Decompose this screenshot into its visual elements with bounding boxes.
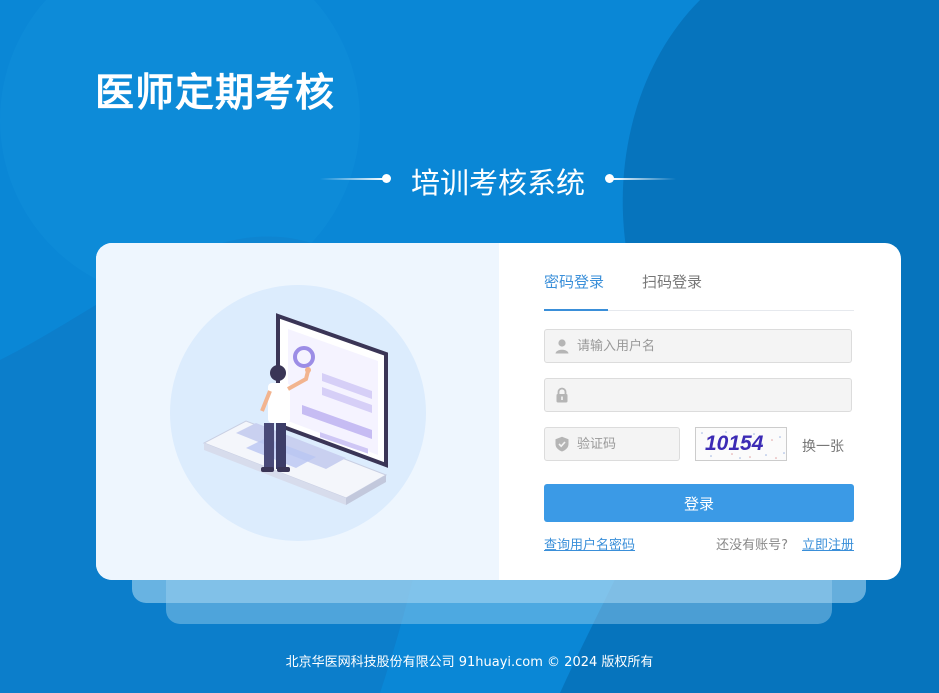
active-tab-indicator	[544, 309, 608, 311]
register-link[interactable]: 立即注册	[802, 534, 854, 553]
person-with-screen-illustration	[170, 285, 426, 541]
captcha-image[interactable]: 10154	[695, 427, 787, 461]
app-title: 医师定期考核	[95, 71, 336, 116]
copyright-footer: 北京华医网科技股份有限公司 91huayi.com © 2024 版权所有	[285, 655, 654, 670]
tab-qrcode-login[interactable]: 扫码登录	[642, 271, 702, 292]
captcha-input[interactable]	[577, 428, 673, 460]
password-input[interactable]	[577, 379, 845, 411]
decorative-line-left	[320, 178, 384, 180]
decorative-dot-left	[382, 174, 391, 183]
system-subtitle: 培训考核系统	[410, 166, 585, 200]
login-footer-links: 查询用户名密码 还没有账号? 立即注册	[544, 534, 854, 554]
login-tabs: 密码登录 扫码登录	[544, 271, 854, 311]
password-field	[544, 378, 852, 412]
no-account-text: 还没有账号?	[716, 538, 788, 553]
decorative-line-right	[612, 178, 676, 180]
refresh-captcha-link[interactable]: 换一张	[802, 436, 844, 456]
login-button[interactable]: 登录	[544, 484, 854, 522]
lock-icon	[556, 387, 568, 403]
login-card: 密码登录 扫码登录 请输入用户名 验证码 10154 换一张 登录 查询用户名密…	[96, 243, 901, 580]
illustration-panel	[96, 243, 499, 580]
user-icon	[555, 339, 569, 354]
username-field	[544, 329, 852, 363]
tab-password-login[interactable]: 密码登录	[544, 271, 604, 292]
find-account-link[interactable]: 查询用户名密码	[544, 534, 635, 553]
captcha-image-text: 10154	[705, 432, 764, 455]
subtitle-row: 培训考核系统	[320, 158, 676, 202]
username-input[interactable]	[577, 330, 845, 362]
login-form: 密码登录 扫码登录 请输入用户名 验证码 10154 换一张 登录 查询用户名密…	[544, 243, 854, 580]
captcha-field	[544, 427, 680, 461]
shield-icon	[555, 436, 569, 452]
